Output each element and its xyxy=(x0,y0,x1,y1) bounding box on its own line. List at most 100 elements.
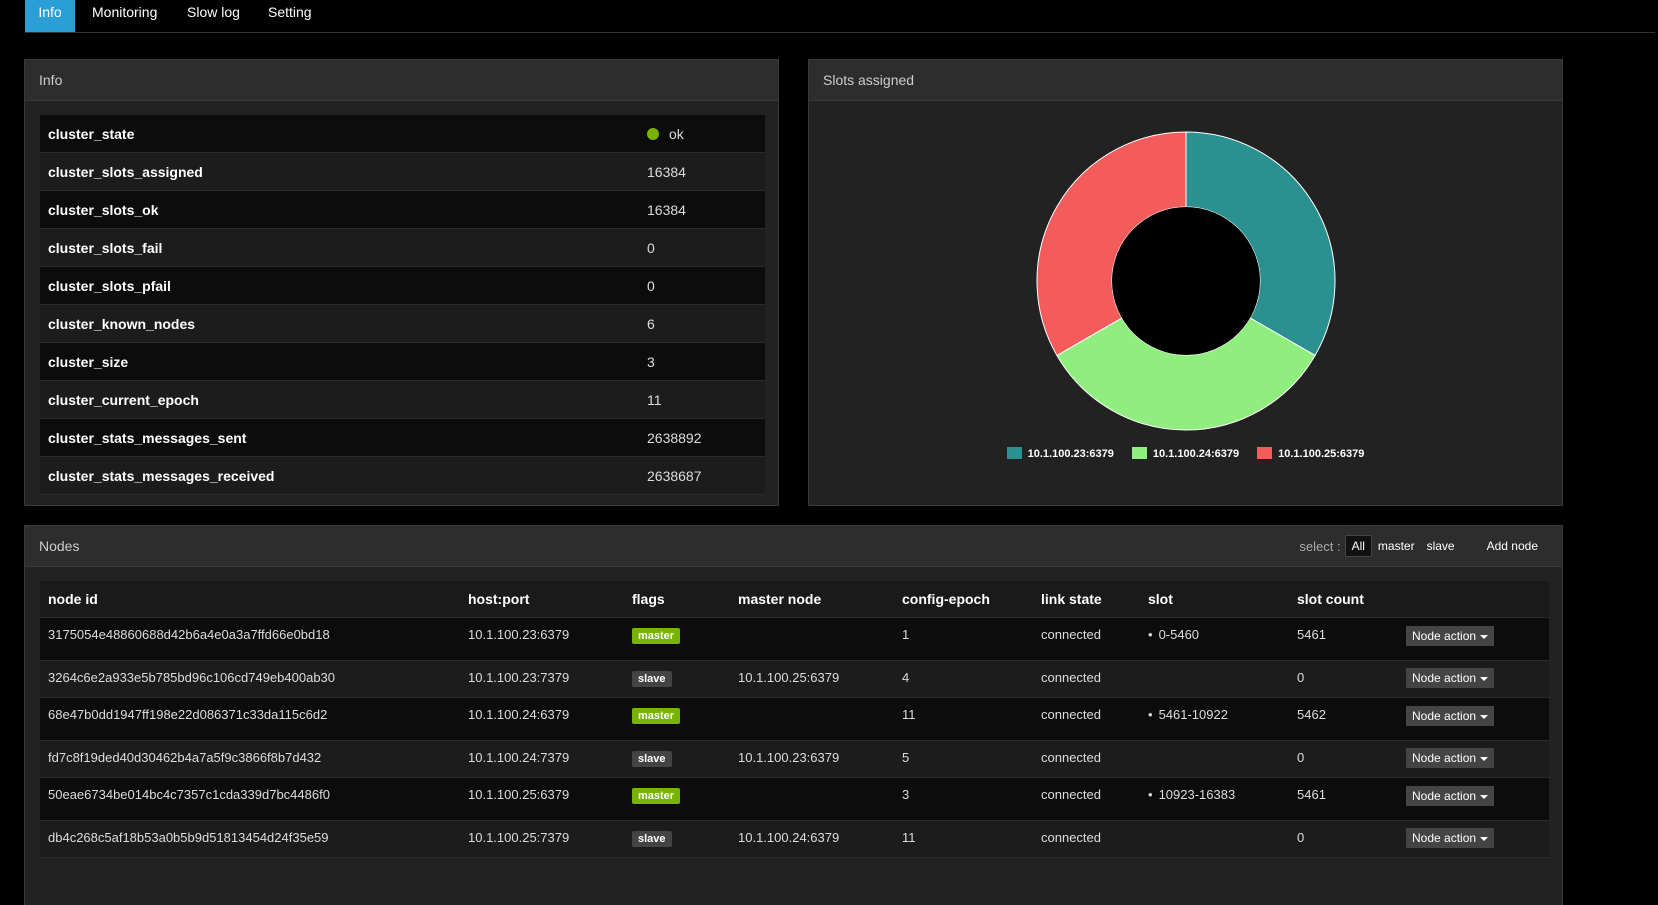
host-port-cell: 10.1.100.25:7379 xyxy=(460,820,624,858)
action-cell: Node action xyxy=(1398,820,1549,858)
info-key: cluster_stats_messages_sent xyxy=(40,418,639,457)
info-key: cluster_slots_pfail xyxy=(40,266,639,305)
info-value-text: 16384 xyxy=(647,163,686,180)
host-port-cell: 10.1.100.25:6379 xyxy=(460,777,624,821)
info-value-text: 6 xyxy=(647,315,655,332)
nodes-toolbar: select : All master slave Add node xyxy=(1299,535,1546,557)
slot-cell xyxy=(1140,740,1289,778)
slot-cell: 5461-10922 xyxy=(1140,697,1289,741)
info-value: 2638892 xyxy=(639,418,765,457)
slot-count-cell: 0 xyxy=(1289,660,1398,698)
action-cell: Node action xyxy=(1398,660,1549,698)
col-node-id: node id xyxy=(40,581,460,618)
info-row: cluster_stats_messages_sent 2638892 xyxy=(40,418,765,457)
tab-setting[interactable]: Setting xyxy=(268,0,312,32)
node-action-button[interactable]: Node action xyxy=(1406,626,1495,646)
config-epoch-cell: 11 xyxy=(894,697,1033,741)
legend-item[interactable]: 10.1.100.23:6379 xyxy=(1006,447,1114,460)
tab-monitoring[interactable]: Monitoring xyxy=(92,0,157,32)
info-key: cluster_slots_ok xyxy=(40,190,639,229)
link-state-cell: connected xyxy=(1033,660,1140,698)
master-badge: master xyxy=(632,788,681,804)
caret-down-icon xyxy=(1480,836,1489,841)
host-port-cell: 10.1.100.24:7379 xyxy=(460,740,624,778)
col-link-state: link state xyxy=(1033,581,1140,618)
info-key: cluster_current_epoch xyxy=(40,380,639,419)
info-panel-title: Info xyxy=(25,60,778,101)
info-value: 0 xyxy=(639,228,765,267)
action-cell: Node action xyxy=(1398,617,1549,661)
legend-label: 10.1.100.24:6379 xyxy=(1152,448,1240,460)
info-row: cluster_slots_assigned 16384 xyxy=(40,152,765,191)
info-row: cluster_slots_ok 16384 xyxy=(40,190,765,229)
config-epoch-cell: 4 xyxy=(894,660,1033,698)
action-cell: Node action xyxy=(1398,740,1549,778)
config-epoch-cell: 11 xyxy=(894,820,1033,858)
legend-swatch xyxy=(1257,447,1273,460)
col-actions xyxy=(1398,581,1549,618)
info-value-text: 2638687 xyxy=(647,467,702,484)
info-key: cluster_state xyxy=(40,115,639,153)
node-action-label: Node action xyxy=(1412,709,1477,723)
master-node-cell: 10.1.100.24:6379 xyxy=(730,820,894,858)
info-key: cluster_size xyxy=(40,342,639,381)
node-id-cell: db4c268c5af18b53a0b5b9d51813454d24f35e59 xyxy=(40,820,460,858)
filter-all-button[interactable]: All xyxy=(1344,535,1372,557)
node-id-cell: 3175054e48860688d42b6a4e0a3a7ffd66e0bd18 xyxy=(40,617,460,661)
tab-info[interactable]: Info xyxy=(25,0,75,32)
info-value-text: 2638892 xyxy=(647,429,702,446)
legend-item[interactable]: 10.1.100.25:6379 xyxy=(1257,447,1365,460)
config-epoch-cell: 1 xyxy=(894,617,1033,661)
node-action-button[interactable]: Node action xyxy=(1406,786,1495,806)
host-port-cell: 10.1.100.23:7379 xyxy=(460,660,624,698)
slots-panel-title: Slots assigned xyxy=(809,60,1562,101)
table-row: fd7c8f19ded40d30462b4a7a5f9c3866f8b7d432… xyxy=(40,740,1549,778)
node-action-label: Node action xyxy=(1412,629,1477,643)
slot-cell: 0-5460 xyxy=(1140,617,1289,661)
node-id-cell: fd7c8f19ded40d30462b4a7a5f9c3866f8b7d432 xyxy=(40,740,460,778)
node-action-button[interactable]: Node action xyxy=(1406,828,1495,848)
legend-label: 10.1.100.23:6379 xyxy=(1027,448,1114,460)
info-row: cluster_known_nodes 6 xyxy=(40,304,765,343)
slot-count-cell: 5462 xyxy=(1289,697,1398,741)
filter-slave-button[interactable]: slave xyxy=(1421,536,1461,556)
info-key: cluster_slots_fail xyxy=(40,228,639,267)
node-action-button[interactable]: Node action xyxy=(1406,748,1495,768)
caret-down-icon xyxy=(1480,756,1489,761)
node-id-cell: 68e47b0dd1947ff198e22d086371c33da115c6d2 xyxy=(40,697,460,741)
node-action-label: Node action xyxy=(1412,751,1477,765)
slot-cell xyxy=(1140,820,1289,858)
legend-label: 10.1.100.25:6379 xyxy=(1278,448,1365,460)
flags-cell: slave xyxy=(624,660,730,698)
link-state-cell: connected xyxy=(1033,820,1140,858)
info-row: cluster_state ok xyxy=(40,115,765,153)
info-row: cluster_slots_pfail 0 xyxy=(40,266,765,305)
info-value: 6 xyxy=(639,304,765,343)
master-badge: master xyxy=(632,708,681,724)
slave-badge: slave xyxy=(632,671,672,687)
link-state-cell: connected xyxy=(1033,617,1140,661)
node-action-button[interactable]: Node action xyxy=(1406,706,1495,726)
legend-item[interactable]: 10.1.100.24:6379 xyxy=(1131,447,1240,460)
slot-count-cell: 0 xyxy=(1289,820,1398,858)
chart-legend: 10.1.100.23:6379 10.1.100.24:6379 10.1.100… xyxy=(809,447,1562,460)
info-value-text: 16384 xyxy=(647,201,686,218)
nodes-title-text: Nodes xyxy=(39,538,80,554)
node-action-button[interactable]: Node action xyxy=(1406,668,1495,688)
info-row: cluster_size 3 xyxy=(40,342,765,381)
config-epoch-cell: 3 xyxy=(894,777,1033,821)
info-value-text: 11 xyxy=(647,391,662,408)
filter-master-button[interactable]: master xyxy=(1372,536,1421,556)
add-node-button[interactable]: Add node xyxy=(1478,535,1546,557)
tab-slow-log[interactable]: Slow log xyxy=(187,0,240,32)
table-row: 3264c6e2a933e5b785bd96c106cd749eb400ab30… xyxy=(40,660,1549,698)
flags-cell: master xyxy=(624,617,730,661)
flags-cell: slave xyxy=(624,820,730,858)
legend-swatch xyxy=(1006,447,1022,460)
master-node-cell: 10.1.100.23:6379 xyxy=(730,740,894,778)
info-key: cluster_slots_assigned xyxy=(40,152,639,191)
slot-range: 10923-16383 xyxy=(1148,787,1236,802)
select-label: select : xyxy=(1299,538,1341,554)
slot-count-cell: 5461 xyxy=(1289,777,1398,821)
slot-cell: 10923-16383 xyxy=(1140,777,1289,821)
